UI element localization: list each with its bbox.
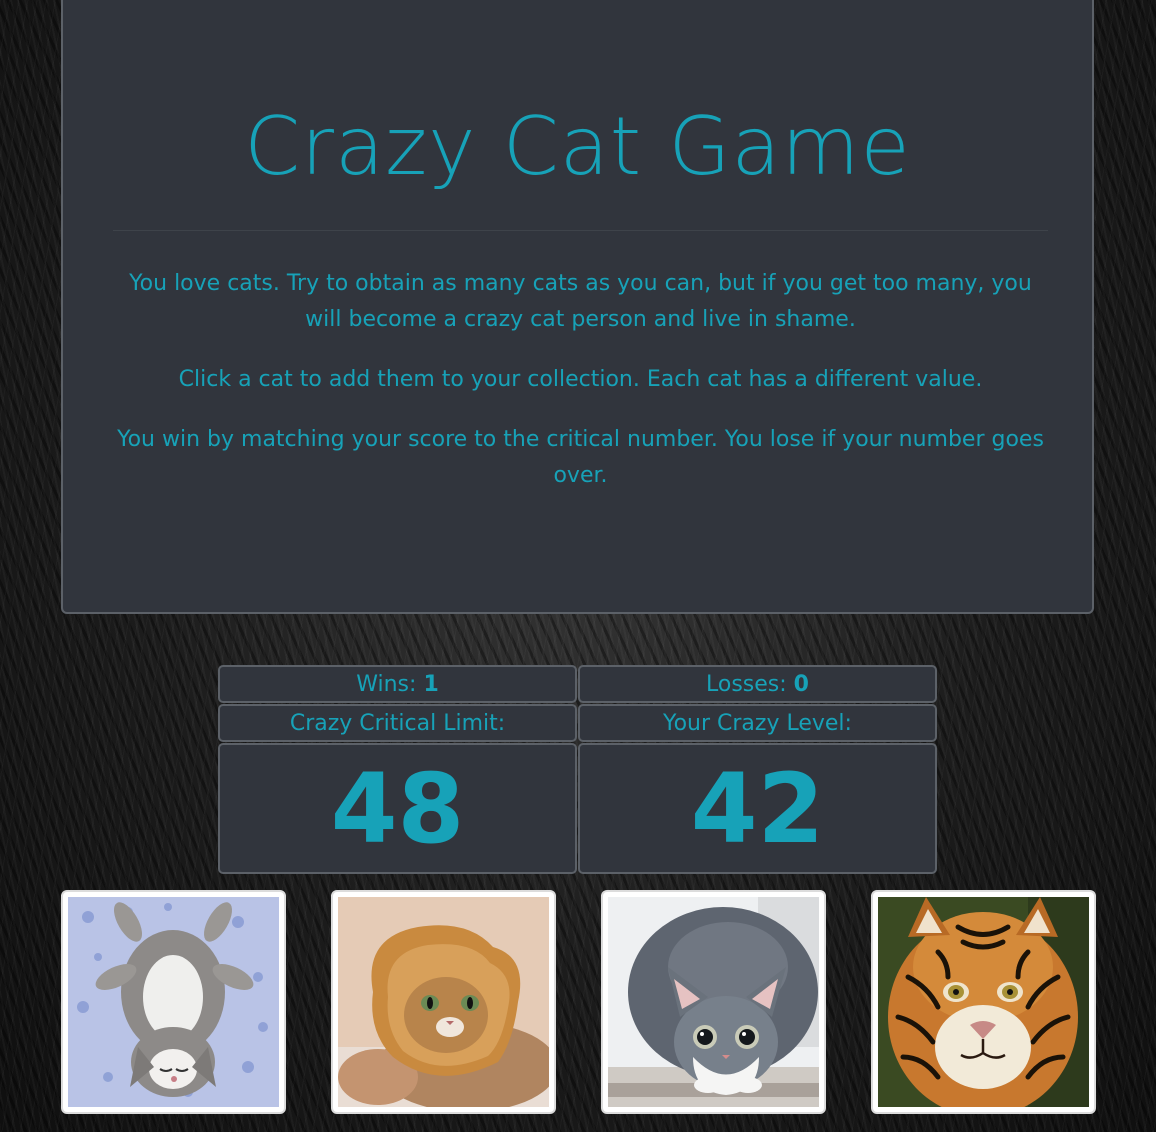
critical-limit-box: 48	[218, 743, 577, 874]
kitten-belly-up-icon	[68, 897, 279, 1107]
losses-value: 0	[793, 672, 809, 697]
wins-value: 1	[423, 672, 439, 697]
divider	[113, 230, 1048, 231]
losses-box: Losses: 0	[578, 665, 937, 703]
bread-cat-icon	[338, 897, 549, 1107]
instruction-text-3: You win by matching your score to the cr…	[117, 427, 1044, 488]
crazy-level-label-box: Your Crazy Level:	[578, 704, 937, 742]
instruction-text-1: You love cats. Try to obtain as many cat…	[129, 271, 1032, 332]
cat-button-4[interactable]	[871, 890, 1096, 1114]
cat-button-3[interactable]	[601, 890, 826, 1114]
instruction-text-2: Click a cat to add them to your collecti…	[178, 367, 983, 392]
crazy-level-label: Your Crazy Level:	[663, 711, 852, 736]
critical-limit-label: Crazy Critical Limit:	[289, 711, 506, 736]
critical-limit-label-box: Crazy Critical Limit:	[218, 704, 577, 742]
page-title: Crazy Cat Game	[244, 100, 911, 193]
crazy-level-value: 42	[690, 753, 825, 865]
tabby-crouching-icon	[608, 897, 819, 1107]
intro-panel: Crazy Cat Game You love cats. Try to obt…	[61, 0, 1094, 614]
losses-label: Losses:	[706, 672, 794, 697]
tiger-icon	[878, 897, 1089, 1107]
wins-box: Wins: 1	[218, 665, 577, 703]
cat-button-1[interactable]	[61, 890, 286, 1114]
critical-limit-value: 48	[330, 753, 465, 865]
crazy-level-box: 42	[578, 743, 937, 874]
wins-label: Wins:	[356, 672, 424, 697]
cat-button-2[interactable]	[331, 890, 556, 1114]
